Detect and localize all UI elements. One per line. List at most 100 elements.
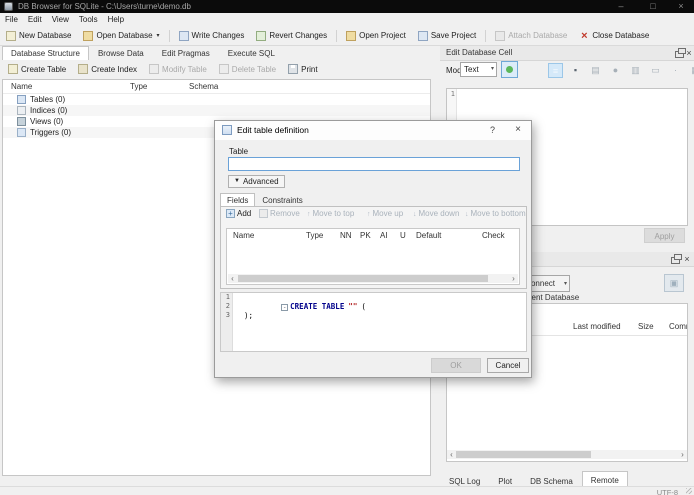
fields-column-u[interactable]: U [400, 231, 406, 240]
write-changes-label: Write Changes [191, 31, 245, 40]
move-top-icon [307, 209, 311, 218]
tab-constraints[interactable]: Constraints [255, 193, 309, 206]
remote-horizontal-scrollbar[interactable] [447, 450, 687, 459]
close-database-button[interactable]: Close Database [573, 29, 655, 43]
open-database-label: Open Database [96, 31, 153, 40]
app-window: DB Browser for SQLite - C:\Users\turne\d… [0, 0, 694, 495]
dialog-titlebar: Edit table definition ? × [215, 121, 531, 140]
advanced-button[interactable]: Advanced [228, 175, 285, 188]
menu-edit[interactable]: Edit [23, 13, 47, 26]
column-header-type[interactable]: Type [130, 82, 147, 91]
dialog-close-button[interactable]: × [515, 124, 521, 135]
remote-column-size[interactable]: Size [638, 322, 654, 331]
sql-code: CREATE TABLE""( ); [236, 293, 526, 320]
text-wrap-icon[interactable] [548, 63, 563, 78]
print-label: Print [301, 64, 318, 74]
fields-column-nn[interactable]: NN [340, 231, 352, 240]
fields-column-default[interactable]: Default [416, 231, 441, 240]
window-close-button[interactable]: × [668, 0, 694, 13]
write-changes-icon [178, 30, 189, 41]
set-null-icon [668, 63, 683, 78]
print-cell-icon[interactable] [688, 63, 694, 78]
views-icon [17, 117, 26, 126]
scroll-right-icon[interactable] [509, 274, 518, 283]
modify-table-icon [149, 64, 160, 74]
remote-settings-button [664, 274, 684, 292]
fields-horizontal-scrollbar[interactable] [228, 274, 518, 283]
fields-column-pk[interactable]: PK [360, 231, 371, 240]
open-project-button[interactable]: Open Project [340, 29, 412, 43]
resize-grip[interactable] [686, 488, 692, 494]
encoding-indicator[interactable]: UTF-8 [657, 488, 678, 495]
tab-execute-sql[interactable]: Execute SQL [219, 46, 284, 60]
line-number: 1 [450, 90, 455, 98]
mode-select[interactable]: Text [460, 62, 497, 77]
tab-edit-pragmas[interactable]: Edit Pragmas [153, 46, 219, 60]
scroll-left-icon[interactable] [228, 274, 237, 283]
fold-icon[interactable] [281, 303, 289, 311]
revert-changes-button[interactable]: Revert Changes [250, 29, 333, 43]
tab-database-structure[interactable]: Database Structure [2, 46, 89, 60]
tree-item-indices[interactable]: Indices (0) [3, 105, 430, 116]
dialog-help-button[interactable]: ? [490, 125, 495, 135]
tree-header: Name Type Schema [3, 80, 430, 94]
fields-column-ai[interactable]: AI [380, 231, 388, 240]
minimize-button[interactable]: – [608, 0, 634, 13]
dock-float-icon[interactable] [671, 254, 682, 264]
new-database-button[interactable]: New Database [0, 29, 77, 43]
remove-label: Remove [270, 209, 300, 218]
fields-column-check[interactable]: Check [482, 231, 505, 240]
open-database-caret-icon[interactable] [157, 32, 160, 39]
fields-column-name[interactable]: Name [233, 231, 254, 240]
tab-remote[interactable]: Remote [581, 471, 628, 487]
toolbar-separator [168, 29, 170, 42]
table-name-input[interactable] [228, 157, 520, 171]
main-toolbar: New Database Open Database Write Changes… [0, 26, 694, 46]
print-button[interactable]: Print [282, 62, 323, 76]
dock-float-icon[interactable] [675, 48, 686, 58]
remote-column-commit[interactable]: Commit [669, 322, 687, 331]
column-header-schema[interactable]: Schema [189, 82, 218, 91]
cancel-button[interactable]: Cancel [487, 358, 529, 373]
auto-apply-toggle[interactable] [501, 61, 518, 78]
maximize-button[interactable]: □ [640, 0, 666, 13]
write-changes-button[interactable]: Write Changes [173, 29, 251, 43]
column-header-name[interactable]: Name [11, 82, 32, 91]
tab-browse-data[interactable]: Browse Data [89, 46, 153, 60]
add-field-button[interactable]: Add [226, 209, 251, 218]
create-index-button[interactable]: Create Index [72, 62, 143, 76]
open-database-button[interactable]: Open Database [77, 29, 165, 43]
attach-database-button: Attach Database [489, 29, 573, 43]
revert-changes-label: Revert Changes [269, 31, 328, 40]
table-name-label: Table [229, 147, 249, 156]
save-project-button[interactable]: Save Project [412, 29, 482, 43]
scroll-left-icon[interactable] [447, 450, 456, 459]
remove-icon [259, 209, 268, 218]
fields-table[interactable]: Name Type NN PK AI U Default Check [226, 228, 520, 285]
tree-item-label: Triggers (0) [30, 128, 72, 137]
status-bar: UTF-8 [0, 486, 694, 495]
tree-item-label: Indices (0) [30, 106, 68, 115]
menu-tools[interactable]: Tools [74, 13, 103, 26]
binary-view-icon[interactable] [568, 63, 583, 78]
scrollbar-thumb[interactable] [456, 451, 591, 458]
tab-fields[interactable]: Fields [220, 193, 256, 206]
fields-column-type[interactable]: Type [306, 231, 323, 240]
sql-preview[interactable]: 1 2 3 CREATE TABLE""( ); [220, 292, 527, 352]
scroll-right-icon[interactable] [678, 450, 687, 459]
menu-help[interactable]: Help [103, 13, 129, 26]
move-to-bottom-button: Move to bottom [465, 209, 526, 218]
dialog-title: Edit table definition [237, 125, 309, 135]
new-database-icon [6, 30, 16, 41]
dock-close-icon[interactable] [684, 47, 694, 59]
menu-view[interactable]: View [47, 13, 74, 26]
dock-close-icon[interactable] [682, 253, 692, 265]
tree-item-tables[interactable]: Tables (0) [3, 94, 430, 105]
structure-toolbar: Create Table Create Index Modify Table D… [2, 60, 324, 78]
remote-column-last-modified[interactable]: Last modified [573, 322, 621, 331]
scrollbar-thumb[interactable] [238, 275, 488, 282]
cell-editor-dock-title: Edit Database Cell [446, 48, 513, 57]
export-icon [628, 63, 643, 78]
menu-file[interactable]: File [0, 13, 23, 26]
create-table-button[interactable]: Create Table [2, 62, 72, 76]
